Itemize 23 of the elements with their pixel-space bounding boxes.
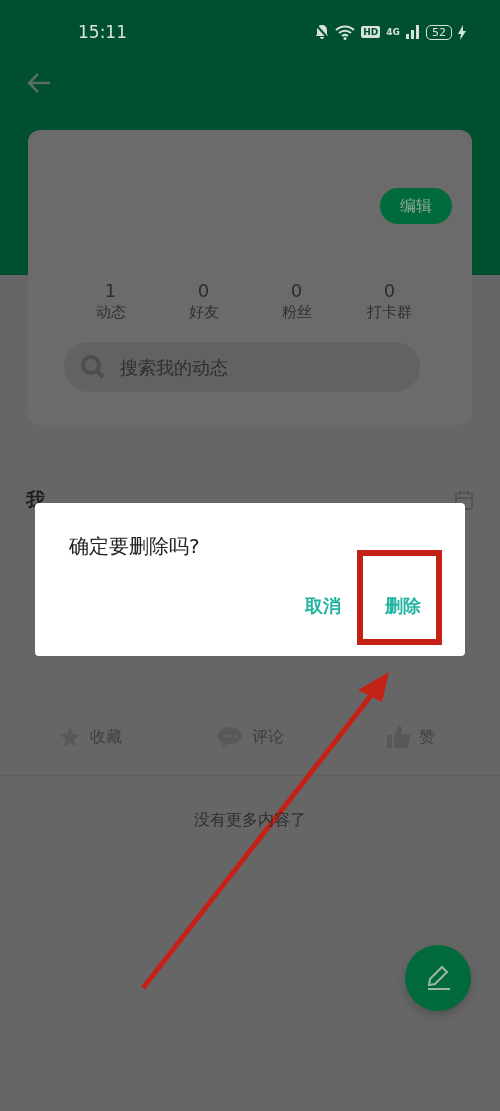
- dialog-button[interactable]: 删除: [383, 590, 423, 622]
- hd-badge: HD: [361, 26, 381, 38]
- stat-label: 好友: [188, 303, 219, 322]
- edit-button[interactable]: 编辑: [380, 188, 452, 224]
- bell-off-icon: [315, 24, 330, 40]
- charging-icon: [458, 24, 466, 40]
- wifi-icon: [335, 24, 356, 40]
- dialog-button[interactable]: 取消: [303, 590, 343, 622]
- signal-icon: [406, 25, 420, 39]
- stat-value: 0: [197, 280, 210, 301]
- calendar-icon[interactable]: [454, 489, 474, 511]
- battery-level: 52: [426, 24, 452, 40]
- no-more-content-text: 没有更多内容了: [193, 810, 307, 831]
- stat-value: 0: [290, 280, 303, 301]
- network-label: 4G: [386, 27, 400, 37]
- back-arrow-icon[interactable]: [26, 72, 52, 94]
- stat-value: 0: [383, 280, 396, 301]
- stat-label: 动态: [95, 303, 126, 322]
- dialog-message: 确定要删除吗?: [69, 533, 200, 560]
- stat-value: 1: [104, 280, 117, 301]
- stat-label: 粉丝: [281, 303, 312, 322]
- status-time: 15:11: [78, 22, 128, 42]
- stat-label: 打卡群: [367, 303, 412, 322]
